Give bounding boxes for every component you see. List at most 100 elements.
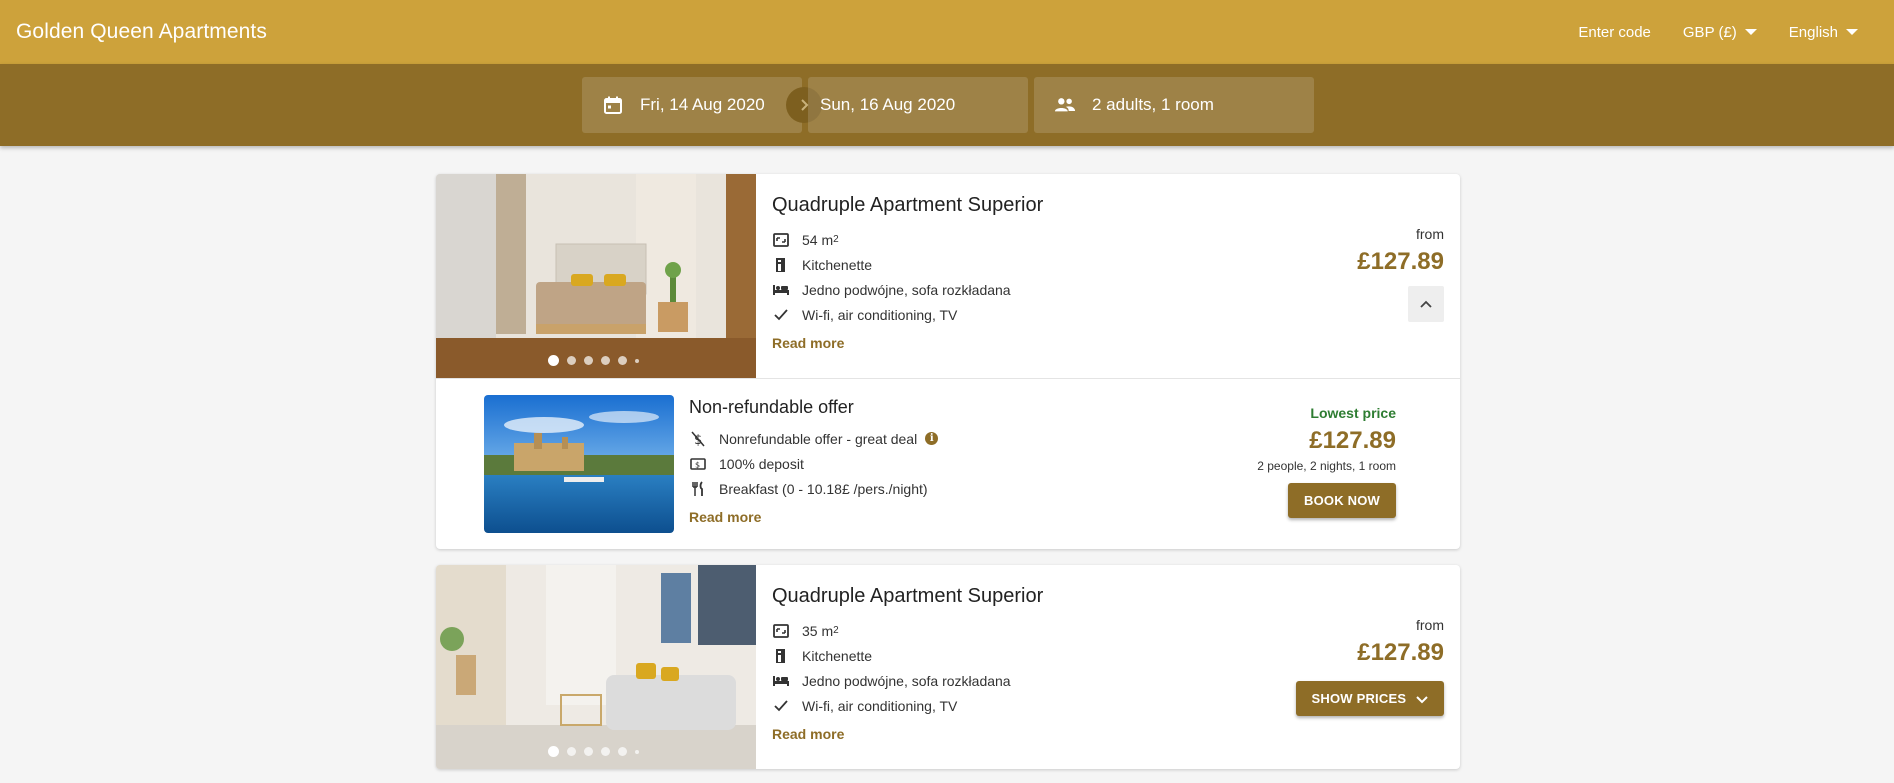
room-amenities: Wi-fi, air conditioning, TV (772, 302, 1043, 327)
offer-price-value: £127.89 (1309, 427, 1396, 454)
fork-knife-icon (689, 480, 707, 498)
top-actions: Enter code GBP (£) English (1578, 0, 1858, 64)
guests-label: 2 adults, 1 room (1092, 95, 1214, 114)
check-in-date: Fri, 14 Aug 2020 (640, 95, 765, 114)
check-in-field[interactable]: Fri, 14 Aug 2020 (582, 77, 802, 133)
read-more-link[interactable]: Read more (772, 726, 844, 742)
currency-select[interactable]: GBP (£) (1683, 24, 1757, 41)
brand-title[interactable]: Golden Queen Apartments (16, 20, 267, 44)
carousel-dots (548, 355, 639, 366)
area-icon (772, 231, 790, 249)
carousel-dot[interactable] (567, 356, 576, 365)
price-value: £127.89 (1357, 639, 1444, 666)
search-bar: Fri, 14 Aug 2020 Sun, 16 Aug 2020 2 adul… (0, 64, 1894, 146)
beds-label: Jedno podwójne, sofa rozkładana (802, 672, 1011, 689)
room-card: Quadruple Apartment Superior 54 m2 Kitch… (436, 174, 1460, 549)
bed-icon (772, 672, 790, 690)
book-now-button[interactable]: BOOK NOW (1288, 483, 1396, 518)
carousel-dot[interactable] (618, 356, 627, 365)
currency-label: GBP (£) (1682, 23, 1737, 41)
carousel-dot[interactable] (567, 747, 576, 756)
from-label: from (1416, 617, 1444, 633)
room-photo-bedroom[interactable] (436, 174, 756, 378)
from-label: from (1416, 226, 1444, 242)
feature-label: Breakfast (0 - 10.18£ /pers./night) (719, 480, 928, 497)
bed-icon (772, 281, 790, 299)
room-details: Quadruple Apartment Superior 54 m2 Kitch… (772, 194, 1043, 353)
guests-field[interactable]: 2 adults, 1 room (1034, 77, 1314, 133)
lowest-price-label: Lowest price (1310, 405, 1396, 421)
amenities-label: Wi-fi, air conditioning, TV (802, 697, 958, 714)
area-unit-sup: 2 (833, 234, 839, 245)
language-label: English (1788, 23, 1838, 41)
room-title: Quadruple Apartment Superior (772, 585, 1044, 607)
offer-price: Lowest price £127.89 2 people, 2 nights,… (1257, 405, 1396, 518)
price-value: £127.89 (1357, 248, 1444, 275)
feature-label: 100% deposit (719, 455, 804, 472)
room-area: 54 m2 (772, 227, 1043, 252)
room-title: Quadruple Apartment Superior (772, 194, 1044, 216)
caret-down-icon (1744, 29, 1757, 35)
carousel-dot[interactable] (548, 746, 559, 757)
kitchen-label: Kitchenette (802, 256, 873, 273)
enter-code-button[interactable]: Enter code (1578, 24, 1651, 41)
check-out-field[interactable]: Sun, 16 Aug 2020 (808, 77, 1028, 133)
area-value: 54 m (802, 231, 834, 248)
show-prices-button[interactable]: SHOW PRICES (1295, 681, 1444, 716)
room-kitchen: Kitchenette (772, 252, 1043, 277)
offer-photo-castle (484, 395, 674, 533)
enter-code-label: Enter code (1578, 23, 1651, 41)
offer-feature-breakfast: Breakfast (0 - 10.18£ /pers./night) (689, 476, 938, 501)
offer-title: Non-refundable offer (689, 397, 854, 417)
kitchen-label: Kitchenette (802, 647, 873, 664)
chevron-up-icon (1420, 300, 1432, 308)
check-icon (772, 306, 790, 324)
area-icon (772, 622, 790, 640)
kitchen-icon (772, 256, 790, 274)
read-more-link[interactable]: Read more (689, 509, 761, 525)
carousel-dot[interactable] (584, 356, 593, 365)
offer-feature-deposit: $ 100% deposit (689, 451, 938, 476)
people-icon (1054, 94, 1076, 116)
svg-text:$: $ (695, 460, 700, 469)
room-details: Quadruple Apartment Superior 35 m2 Kitch… (772, 585, 1043, 744)
chevron-down-icon (1416, 695, 1428, 703)
no-money-icon: $ (689, 430, 707, 448)
beds-label: Jedno podwójne, sofa rozkładana (802, 281, 1011, 298)
collapse-prices-button[interactable] (1408, 286, 1444, 322)
room-price: from £127.89 SHOW PRICES (1295, 617, 1444, 716)
language-select[interactable]: English (1789, 24, 1858, 41)
room-beds: Jedno podwójne, sofa rozkładana (772, 277, 1043, 302)
caret-down-icon (1846, 29, 1858, 35)
carousel-dot[interactable] (635, 749, 639, 754)
room-price: from £127.89 (1357, 226, 1444, 322)
occupancy-text: 2 people, 2 nights, 1 room (1257, 459, 1396, 473)
info-icon[interactable]: i (925, 432, 939, 445)
carousel-dot[interactable] (635, 358, 639, 363)
carousel-dot[interactable] (601, 747, 610, 756)
room-area: 35 m2 (772, 618, 1043, 643)
area-unit-sup: 2 (833, 625, 839, 636)
carousel-dot[interactable] (601, 356, 610, 365)
top-app-bar: Golden Queen Apartments Enter code GBP (… (0, 0, 1894, 64)
amenities-label: Wi-fi, air conditioning, TV (802, 306, 958, 323)
carousel-dots (548, 746, 639, 757)
offer-details: Non-refundable offer $ Nonrefundable off… (689, 397, 939, 527)
read-more-link[interactable]: Read more (772, 335, 844, 351)
check-out-date: Sun, 16 Aug 2020 (820, 95, 956, 114)
room-card: Quadruple Apartment Superior 35 m2 Kitch… (436, 565, 1460, 769)
feature-label: Nonrefundable offer - great deal (719, 430, 918, 447)
calendar-icon (602, 94, 624, 116)
show-prices-label: SHOW PRICES (1311, 691, 1407, 706)
room-kitchen: Kitchenette (772, 643, 1043, 668)
rate-offer: Non-refundable offer $ Nonrefundable off… (436, 378, 1460, 549)
kitchen-icon (772, 647, 790, 665)
room-beds: Jedno podwójne, sofa rozkładana (772, 668, 1043, 693)
check-icon (772, 697, 790, 715)
carousel-dot[interactable] (584, 747, 593, 756)
area-value: 35 m (802, 622, 834, 639)
room-amenities: Wi-fi, air conditioning, TV (772, 693, 1043, 718)
carousel-dot[interactable] (618, 747, 627, 756)
carousel-dot[interactable] (548, 355, 559, 366)
room-photo-living-room[interactable] (436, 565, 756, 769)
